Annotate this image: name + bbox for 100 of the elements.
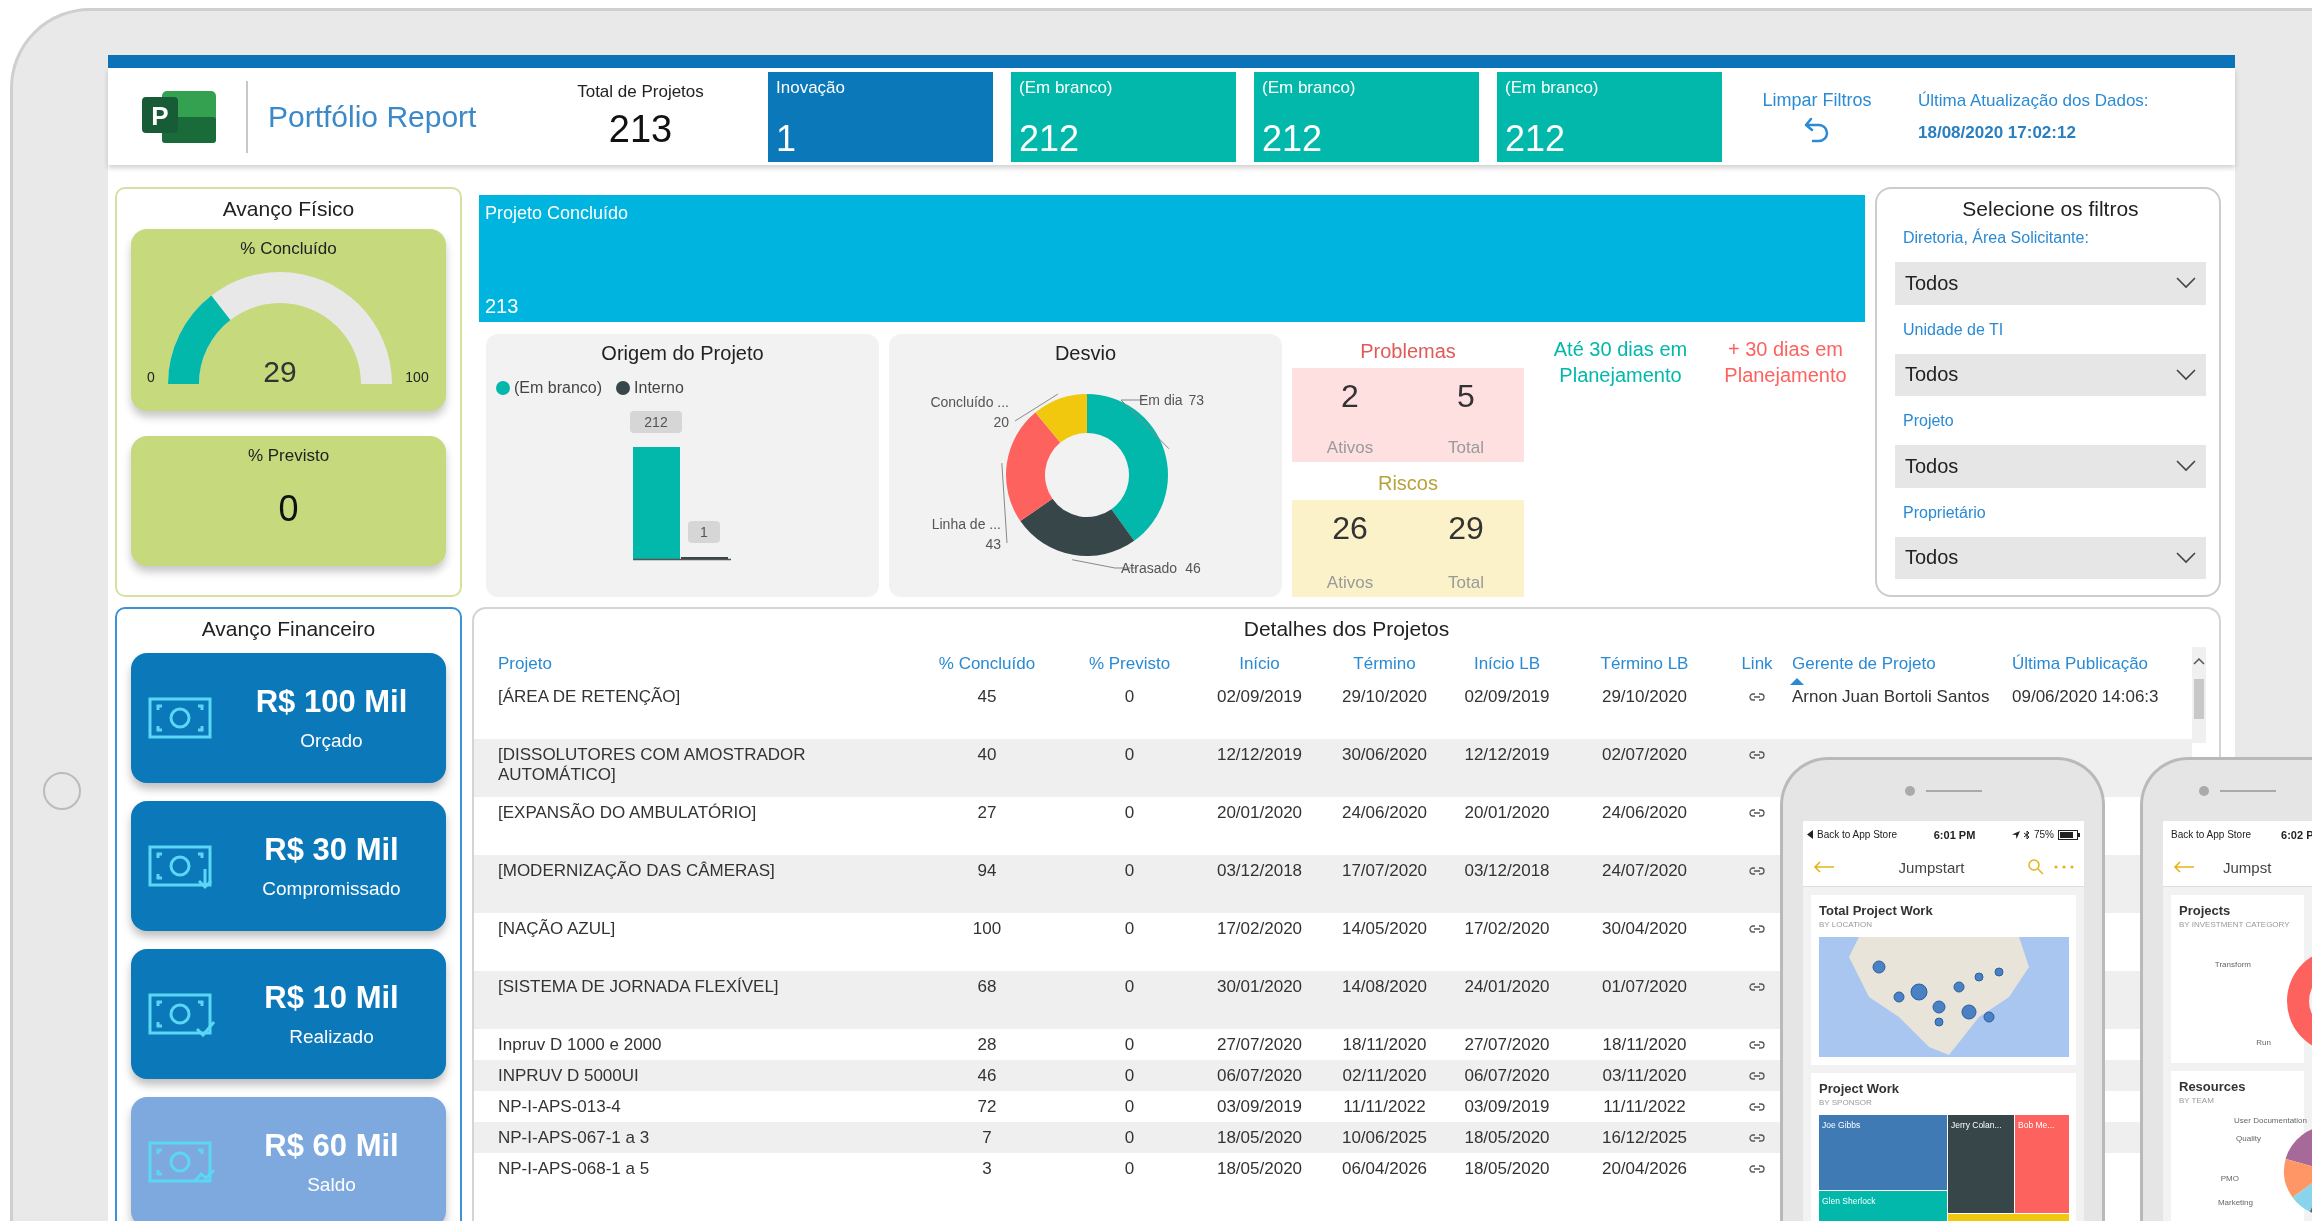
table-cell-text: 03/12/2018 (1463, 860, 1551, 882)
column-header[interactable]: Início LB (1473, 654, 1541, 673)
filter-card[interactable]: (Em branco) 212 (1254, 71, 1479, 162)
table-cell-text: 24/06/2020 (1340, 802, 1429, 824)
chevron-down-icon (2176, 551, 2196, 564)
kpi-value: 29 (1448, 509, 1484, 547)
kpi-value: 0 (278, 488, 299, 530)
table-cell-text: 72 (976, 1096, 998, 1118)
table-cell-text: 18/05/2020 (1463, 1127, 1551, 1149)
table-cell-text: 27/07/2020 (1463, 1034, 1551, 1056)
card-label: (Em branco) (1019, 77, 1114, 98)
screen-title: Jumpstart (1897, 858, 1966, 876)
table-cell-text: 0 (1123, 918, 1136, 940)
scroll-up-icon[interactable] (2193, 657, 2205, 665)
data-label: 212 (630, 411, 682, 433)
status-label: + 30 dias em Planejamento (1723, 337, 1848, 388)
dropdown[interactable]: Todos (1895, 353, 2206, 396)
bluetooth-icon (2024, 829, 2030, 840)
table-cell-text: 01/07/2020 (1600, 976, 1689, 998)
column-header[interactable]: Início (1239, 654, 1280, 673)
card-subtitle: BY TEAM (2179, 1096, 2215, 1105)
link-icon[interactable] (1749, 1040, 1765, 1050)
table-cell-text: 06/07/2020 (1215, 1065, 1304, 1087)
card-value: R$ 100 Mil (255, 684, 408, 720)
filter-card[interactable]: (Em branco) 212 (1497, 71, 1722, 162)
filter-label: Projeto (1903, 412, 1955, 430)
column-header[interactable]: Término (1353, 654, 1416, 673)
table-cell-text: [NAÇÃO AZUL] (498, 918, 617, 940)
column-header[interactable]: Link (1741, 654, 1773, 673)
dropdown[interactable]: Todos (1895, 445, 2206, 488)
card-label: % Previsto (247, 446, 330, 466)
link-icon[interactable] (1749, 866, 1765, 876)
table-cell-text: 29/10/2020 (1600, 686, 1689, 708)
column-header[interactable]: % Previsto (1088, 654, 1171, 673)
data-label: 212 (644, 414, 668, 430)
dropdown[interactable]: Todos (1895, 536, 2206, 579)
table-cell-text: 30/06/2020 (1340, 744, 1429, 766)
card-value: 212 (1505, 117, 1567, 160)
dropdown[interactable]: Todos (1895, 262, 2206, 305)
card-value: 212 (1262, 117, 1324, 160)
table-cell-text: 18/11/2020 (1341, 1034, 1428, 1056)
table-cell-text: NP-I-APS-013-4 (498, 1096, 622, 1118)
column-header[interactable]: Projeto (498, 653, 552, 673)
table-cell-text: 02/07/2020 (1600, 744, 1689, 766)
filter-card[interactable]: (Em branco) 212 (1011, 71, 1236, 162)
filter-card[interactable]: Inovação 1 (768, 71, 993, 162)
card-title: Projects (2179, 903, 2232, 918)
column-header[interactable]: Gerente de Projeto (1792, 653, 1936, 673)
slice-value: 46 (1185, 560, 1201, 576)
clear-filters-button[interactable]: Limpar Filtros (1752, 90, 1882, 143)
scrollbar-thumb[interactable] (2194, 679, 2204, 719)
table-cell-text: 18/05/2020 (1463, 1158, 1551, 1180)
gauge-value: 29 (263, 355, 297, 388)
link-icon[interactable] (1749, 750, 1765, 760)
data-label: 1 (700, 524, 709, 540)
column-header[interactable]: Término LB (1600, 654, 1689, 673)
link-icon[interactable] (1749, 1071, 1765, 1081)
link-icon[interactable] (1749, 808, 1765, 818)
gauge-max: 100 (405, 369, 429, 385)
table-cell-text: 0 (1123, 1127, 1136, 1149)
chart-label: Transform (2214, 960, 2251, 969)
panel-title: Selecione os filtros (1961, 197, 2140, 221)
banner-value: 213 (485, 295, 520, 318)
table-cell-text: Inpruv D 1000 e 2000 (498, 1034, 663, 1056)
kpi-value: 26 (1332, 509, 1368, 547)
link-icon[interactable] (1749, 692, 1765, 702)
chevron-down-icon (2176, 277, 2196, 290)
treemap-label: Joe Gibbs (1822, 1120, 1861, 1130)
table-cell-text: [EXPANSÃO DO AMBULATÓRIO] (498, 802, 758, 824)
table-cell-text: 17/02/2020 (1463, 918, 1551, 940)
link-icon[interactable] (1749, 982, 1765, 992)
table-cell-text: 12/12/2019 (1463, 744, 1551, 766)
status-text: Back to App Store (1817, 829, 1898, 840)
table-cell-text: 03/11/2020 (1601, 1065, 1688, 1087)
kpi-label: Ativos (1326, 437, 1374, 458)
card-label: Saldo (307, 1174, 356, 1196)
kpi-label: Total de Projetos (577, 82, 704, 102)
card-subtitle: BY INVESTMENT CATEGORY (2179, 920, 2291, 929)
link-icon[interactable] (1749, 1164, 1765, 1174)
table-cell-text: 30/04/2020 (1600, 918, 1689, 940)
link-icon[interactable] (1749, 1102, 1765, 1112)
card-label: Compromissado (262, 878, 401, 900)
table-cell-text: 28 (976, 1034, 998, 1056)
table-cell-text: 03/09/2019 (1463, 1096, 1551, 1118)
scrollbar[interactable] (2192, 647, 2206, 743)
chart-label: Run (2256, 1038, 2271, 1047)
column-header[interactable]: Última Publicação (2012, 653, 2149, 673)
table-cell-text: 06/07/2020 (1463, 1065, 1551, 1087)
table-cell-text: 0 (1123, 860, 1136, 882)
table-cell-text: NP-I-APS-068-1 a 5 (498, 1158, 651, 1180)
table-cell-text: 09/06/2020 14:06:3 (2012, 686, 2160, 708)
card-label: Inovação (776, 77, 846, 98)
column-header[interactable]: % Concluído (938, 654, 1036, 673)
table-cell-text: 68 (976, 976, 998, 998)
status-time: 6:01 PM (1933, 828, 1976, 841)
table-cell-text: 20/01/2020 (1463, 802, 1551, 824)
link-icon[interactable] (1749, 924, 1765, 934)
legend-label: (Em branco) (514, 379, 603, 397)
link-icon[interactable] (1749, 1133, 1765, 1143)
table-cell-text: 29/10/2020 (1340, 686, 1429, 708)
